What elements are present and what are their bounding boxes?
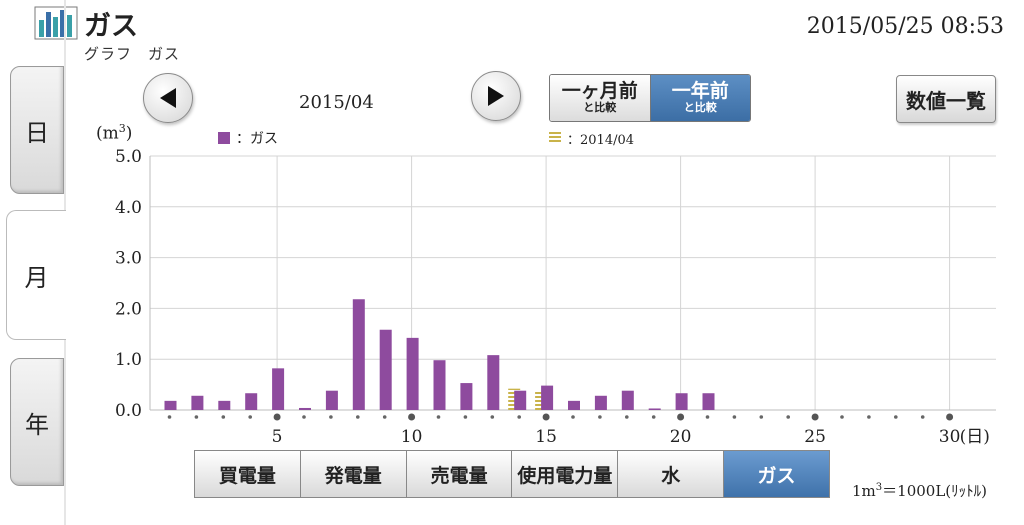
y-tick-label: 5.0 xyxy=(115,147,142,167)
category-selector: 買電量 発電量 売電量 使用電力量 水 ガス xyxy=(194,450,830,498)
x-axis-suffix: (日) xyxy=(960,427,990,447)
x-tick-label: 5 xyxy=(272,427,283,447)
bar-gas xyxy=(325,390,338,410)
x-minor-dot xyxy=(598,415,602,419)
bar-gas xyxy=(218,400,231,410)
x-major-dot xyxy=(946,413,954,421)
x-minor-dot xyxy=(490,415,495,419)
x-minor-dot xyxy=(571,415,575,419)
x-minor-dot xyxy=(894,415,898,419)
y-tick-label: 2.0 xyxy=(115,299,142,319)
category-sold-power-button[interactable]: 売電量 xyxy=(406,451,513,497)
category-gas-button[interactable]: ガス xyxy=(724,451,829,497)
bar-gas xyxy=(433,360,446,410)
x-minor-dot xyxy=(759,415,764,419)
x-tick-label: 30 xyxy=(939,427,961,447)
y-tick-label: 0.0 xyxy=(115,401,142,421)
x-minor-dot xyxy=(651,415,656,419)
bar-gas xyxy=(568,400,580,410)
bar-gas xyxy=(352,299,365,410)
x-tick-label: 25 xyxy=(804,427,826,447)
bar-gas xyxy=(245,393,258,410)
unit-conversion-note: 1m3＝1000L(ﾘｯﾄﾙ) xyxy=(852,480,987,501)
x-minor-dot xyxy=(329,415,333,419)
category-consumed-power-button[interactable]: 使用電力量 xyxy=(512,451,619,497)
bar-gas xyxy=(487,355,500,410)
y-tick-label: 3.0 xyxy=(115,249,142,269)
x-major-dot xyxy=(542,413,550,421)
category-bought-power-button[interactable]: 買電量 xyxy=(195,451,301,497)
x-minor-dot xyxy=(840,415,844,419)
unit-note-base: 1m xyxy=(852,482,876,500)
x-minor-dot xyxy=(221,415,226,419)
x-major-dot xyxy=(273,413,281,421)
x-major-dot xyxy=(408,413,416,421)
x-minor-dot xyxy=(786,415,790,419)
x-minor-dot xyxy=(705,415,710,419)
x-minor-dot xyxy=(248,415,252,419)
bar-gas xyxy=(648,408,661,410)
x-tick-label: 20 xyxy=(670,427,692,447)
x-minor-dot xyxy=(194,415,199,419)
y-tick-label: 1.0 xyxy=(115,350,142,370)
bar-gas xyxy=(164,400,177,410)
bar-gas xyxy=(272,368,285,410)
gas-usage-chart: 0.0 1.0 2.0 3.0 4.0 5.0 5 10 15 20 25 30 (日) xyxy=(115,147,996,447)
bar-gas xyxy=(460,383,473,410)
category-water-button[interactable]: 水 xyxy=(618,451,725,497)
x-minor-dot xyxy=(517,415,521,419)
bar-gas xyxy=(675,393,688,410)
bar-gas xyxy=(299,407,311,410)
category-generated-power-button[interactable]: 発電量 xyxy=(300,451,407,497)
bar-gas xyxy=(541,385,554,410)
x-minor-dot xyxy=(920,415,925,419)
x-tick-label: 10 xyxy=(401,427,423,447)
x-major-dot xyxy=(811,413,819,421)
bar-gas xyxy=(406,337,419,410)
bar-gas xyxy=(514,390,527,410)
bar-gas xyxy=(702,393,715,410)
x-minor-dot xyxy=(463,415,468,419)
x-tick-label: 15 xyxy=(535,427,557,447)
y-tick-label: 4.0 xyxy=(115,198,142,218)
bar-gas xyxy=(379,329,392,410)
x-minor-dot xyxy=(302,415,306,419)
bar-gas xyxy=(191,395,204,410)
x-minor-dot xyxy=(436,415,441,419)
x-minor-dot xyxy=(382,415,387,419)
x-minor-dot xyxy=(625,415,629,419)
bar-gas xyxy=(594,395,607,410)
unit-note-rest: ＝1000L(ﾘｯﾄﾙ) xyxy=(882,482,987,500)
bar-gas xyxy=(621,390,634,410)
x-minor-dot xyxy=(356,415,360,419)
x-minor-dot xyxy=(167,415,172,419)
x-minor-dot xyxy=(867,415,871,419)
x-major-dot xyxy=(677,413,685,421)
x-minor-dot xyxy=(732,415,737,419)
